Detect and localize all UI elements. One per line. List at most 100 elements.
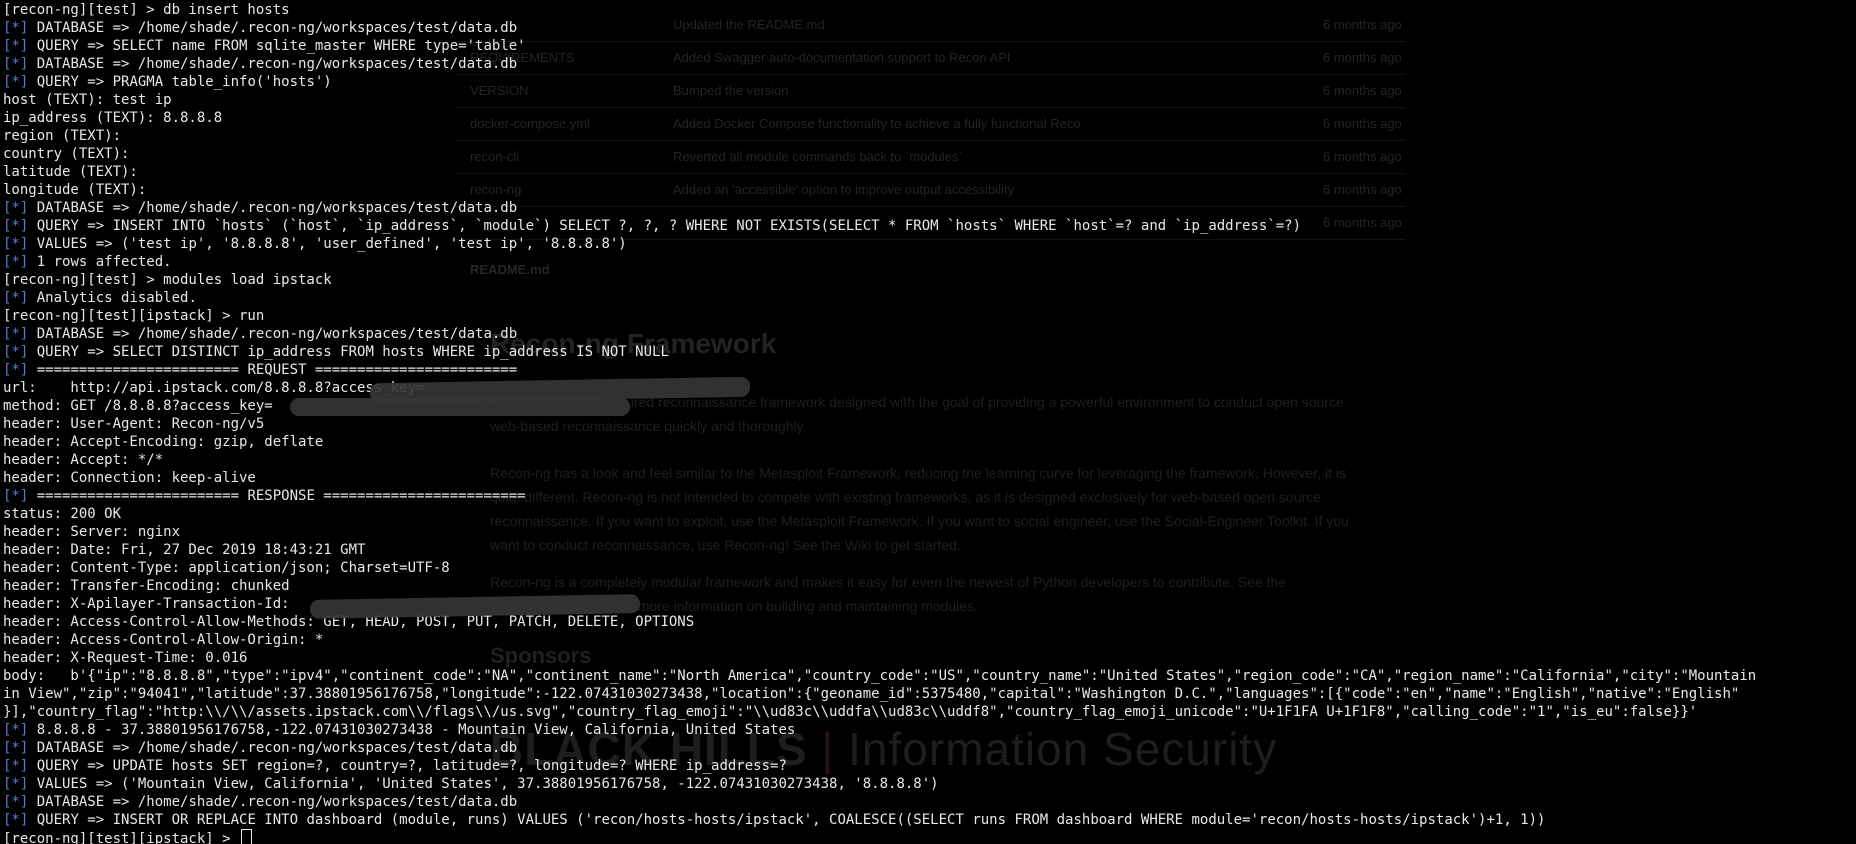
terminal-line: [*] DATABASE => /home/shade/.recon-ng/wo… [3, 19, 1853, 37]
terminal-line-text: header: Transfer-Encoding: chunked [3, 578, 290, 594]
terminal-line-text: method: GET /8.8.8.8?access_key= [3, 398, 273, 414]
terminal-line-text: QUERY => INSERT OR REPLACE INTO dashboar… [28, 812, 1546, 828]
status-tag: [*] [3, 812, 29, 828]
status-tag: [*] [3, 488, 29, 504]
terminal-line: region (TEXT): [3, 127, 1853, 145]
status-tag: [*] [3, 362, 29, 378]
terminal-line-text: header: Accept: */* [3, 452, 164, 468]
terminal-line: [*] DATABASE => /home/shade/.recon-ng/wo… [3, 325, 1853, 343]
terminal-line-text: 1 rows affected. [28, 254, 172, 270]
terminal-line-text: QUERY => SELECT name FROM sqlite_master … [28, 38, 526, 54]
terminal-line: [*] DATABASE => /home/shade/.recon-ng/wo… [3, 55, 1853, 73]
terminal-line-text: DATABASE => /home/shade/.recon-ng/worksp… [28, 794, 518, 810]
terminal-line: method: GET /8.8.8.8?access_key= [3, 397, 1853, 415]
terminal-line-text: in View","zip":"94041","latitude":37.388… [3, 686, 1740, 702]
terminal-line-text: header: Server: nginx [3, 524, 181, 540]
terminal-line-text: header: X-Apilayer-Transaction-Id: [3, 596, 290, 612]
terminal-line-text: header: Date: Fri, 27 Dec 2019 18:43:21 … [3, 542, 366, 558]
terminal-line-text: DATABASE => /home/shade/.recon-ng/worksp… [28, 56, 518, 72]
terminal-line-text: header: X-Request-Time: 0.016 [3, 650, 248, 666]
terminal-line-text: 8.8.8.8 - 37.38801956176758,-122.0743103… [28, 722, 796, 738]
terminal-line-text: header: Accept-Encoding: gzip, deflate [3, 434, 324, 450]
terminal-line-text: ======================== RESPONSE ======… [28, 488, 526, 504]
terminal-line: header: Access-Control-Allow-Methods: GE… [3, 613, 1853, 631]
terminal-line: header: Date: Fri, 27 Dec 2019 18:43:21 … [3, 541, 1853, 559]
terminal-line-text: }],"country_flag":"http:\\/\\/assets.ips… [3, 704, 1698, 720]
terminal-line-text: [recon-ng][test] > db insert hosts [3, 2, 290, 18]
terminal-line: [*] QUERY => INSERT OR REPLACE INTO dash… [3, 811, 1853, 829]
terminal-output[interactable]: [recon-ng][test] > db insert hosts [*] DA… [3, 1, 1853, 844]
terminal-line: body: b'{"ip":"8.8.8.8","type":"ipv4","c… [3, 667, 1853, 685]
terminal-line: }],"country_flag":"http:\\/\\/assets.ips… [3, 703, 1853, 721]
terminal-line: [*] VALUES => ('test ip', '8.8.8.8', 'us… [3, 235, 1853, 253]
terminal-line-text: ======================== REQUEST =======… [28, 362, 518, 378]
terminal-line: [*] ======================== REQUEST ===… [3, 361, 1853, 379]
terminal-line-text: VALUES => ('test ip', '8.8.8.8', 'user_d… [28, 236, 627, 252]
terminal-line-text: DATABASE => /home/shade/.recon-ng/worksp… [28, 326, 518, 342]
status-tag: [*] [3, 290, 29, 306]
status-tag: [*] [3, 236, 29, 252]
terminal-line: latitude (TEXT): [3, 163, 1853, 181]
terminal-line-text: header: Connection: keep-alive [3, 470, 256, 486]
terminal-line-text: QUERY => UPDATE hosts SET region=?, coun… [28, 758, 787, 774]
terminal-line: [*] VALUES => ('Mountain View, Californi… [3, 775, 1853, 793]
terminal-line: [*] DATABASE => /home/shade/.recon-ng/wo… [3, 793, 1853, 811]
terminal-line: [*] QUERY => SELECT name FROM sqlite_mas… [3, 37, 1853, 55]
terminal-line-text: VALUES => ('Mountain View, California', … [28, 776, 939, 792]
terminal-prompt[interactable]: [recon-ng][test][ipstack] > [3, 829, 1853, 844]
terminal-line-text: DATABASE => /home/shade/.recon-ng/worksp… [28, 20, 518, 36]
terminal-line: [*] DATABASE => /home/shade/.recon-ng/wo… [3, 739, 1853, 757]
status-tag: [*] [3, 740, 29, 756]
terminal-line-text: QUERY => SELECT DISTINCT ip_address FROM… [28, 344, 669, 360]
status-tag: [*] [3, 758, 29, 774]
terminal-line-text: header: Access-Control-Allow-Origin: * [3, 632, 324, 648]
terminal-line-text: [recon-ng][test][ipstack] > [3, 831, 240, 844]
terminal-line: header: Connection: keep-alive [3, 469, 1853, 487]
terminal-line-text: host (TEXT): test ip [3, 92, 172, 108]
terminal-line: header: X-Request-Time: 0.016 [3, 649, 1853, 667]
terminal-line: in View","zip":"94041","latitude":37.388… [3, 685, 1853, 703]
status-tag: [*] [3, 56, 29, 72]
status-tag: [*] [3, 74, 29, 90]
terminal-line: [*] QUERY => INSERT INTO `hosts` (`host`… [3, 217, 1853, 235]
terminal-line-text: region (TEXT): [3, 128, 122, 144]
terminal-line-text: longitude (TEXT): [3, 182, 147, 198]
status-tag: [*] [3, 326, 29, 342]
cursor-block [241, 829, 253, 844]
terminal-line: [*] DATABASE => /home/shade/.recon-ng/wo… [3, 199, 1853, 217]
terminal-line: [*] QUERY => PRAGMA table_info('hosts') [3, 73, 1853, 91]
status-tag: [*] [3, 38, 29, 54]
status-tag: [*] [3, 218, 29, 234]
terminal-line: header: Accept: */* [3, 451, 1853, 469]
terminal-line-text: QUERY => PRAGMA table_info('hosts') [28, 74, 332, 90]
terminal-line-text: body: b'{"ip":"8.8.8.8","type":"ipv4","c… [3, 668, 1757, 684]
terminal-line: [*] QUERY => UPDATE hosts SET region=?, … [3, 757, 1853, 775]
terminal-line-text: country (TEXT): [3, 146, 130, 162]
terminal-line-text: [recon-ng][test] > modules load ipstack [3, 272, 332, 288]
status-tag: [*] [3, 254, 29, 270]
terminal-line: header: Access-Control-Allow-Origin: * [3, 631, 1853, 649]
terminal-line: [*] 1 rows affected. [3, 253, 1853, 271]
terminal-line: header: Transfer-Encoding: chunked [3, 577, 1853, 595]
terminal-line: [recon-ng][test] > db insert hosts [3, 1, 1853, 19]
terminal-line: ip_address (TEXT): 8.8.8.8 [3, 109, 1853, 127]
terminal-line-text: status: 200 OK [3, 506, 122, 522]
status-tag: [*] [3, 200, 29, 216]
terminal-line-text: Analytics disabled. [28, 290, 197, 306]
terminal-line: host (TEXT): test ip [3, 91, 1853, 109]
terminal-line-text: url: http://api.ipstack.com/8.8.8.8?acce… [3, 380, 425, 396]
terminal-line: status: 200 OK [3, 505, 1853, 523]
terminal-line: [recon-ng][test] > modules load ipstack [3, 271, 1853, 289]
status-tag: [*] [3, 344, 29, 360]
terminal-line-text: latitude (TEXT): [3, 164, 138, 180]
terminal-line: [*] Analytics disabled. [3, 289, 1853, 307]
terminal-line-text: ip_address (TEXT): 8.8.8.8 [3, 110, 223, 126]
terminal-line: header: User-Agent: Recon-ng/v5 [3, 415, 1853, 433]
terminal-line: longitude (TEXT): [3, 181, 1853, 199]
terminal-line: url: http://api.ipstack.com/8.8.8.8?acce… [3, 379, 1853, 397]
terminal-line: [*] 8.8.8.8 - 37.38801956176758,-122.074… [3, 721, 1853, 739]
terminal-line: [*] QUERY => SELECT DISTINCT ip_address … [3, 343, 1853, 361]
terminal-line-text: QUERY => INSERT INTO `hosts` (`host`, `i… [28, 218, 1302, 234]
terminal-line: country (TEXT): [3, 145, 1853, 163]
terminal-line: [recon-ng][test][ipstack] > run [3, 307, 1853, 325]
